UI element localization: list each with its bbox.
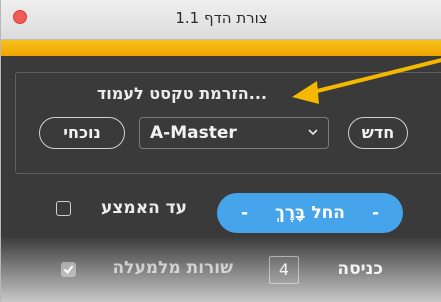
start-button-dash-left: - — [241, 203, 249, 223]
lines-above-label: שורות מלמעלה — [112, 258, 233, 278]
lines-above-checkbox[interactable] — [61, 262, 76, 277]
until-middle-label: עד האמצע — [100, 198, 187, 218]
master-select-value: A-Master — [150, 123, 237, 143]
start-flow-button[interactable]: - החל בָּרֶךְ - — [217, 193, 403, 233]
accent-header-bar — [1, 40, 441, 56]
dialog-window: צורת הדף 1.1 ...הזרמת טקסט לעמוד נוכחי A… — [0, 0, 441, 302]
flow-panel-label: ...הזרמת טקסט לעמוד — [96, 84, 267, 103]
start-button-label: החל בָּרֶךְ — [275, 203, 345, 223]
chevron-down-icon — [308, 129, 318, 136]
current-button[interactable]: נוכחי — [39, 117, 125, 149]
new-button[interactable]: חדש — [348, 117, 408, 149]
indent-label: כניסה — [337, 259, 383, 279]
indent-input[interactable]: 4 — [269, 256, 299, 284]
window-title: צורת הדף 1.1 — [175, 9, 268, 27]
title-bar[interactable]: צורת הדף 1.1 — [1, 0, 441, 40]
master-select[interactable]: A-Master — [139, 117, 329, 149]
start-button-dash-right: - — [371, 203, 379, 223]
until-middle-checkbox[interactable] — [56, 201, 71, 216]
checkmark-icon — [63, 265, 74, 275]
